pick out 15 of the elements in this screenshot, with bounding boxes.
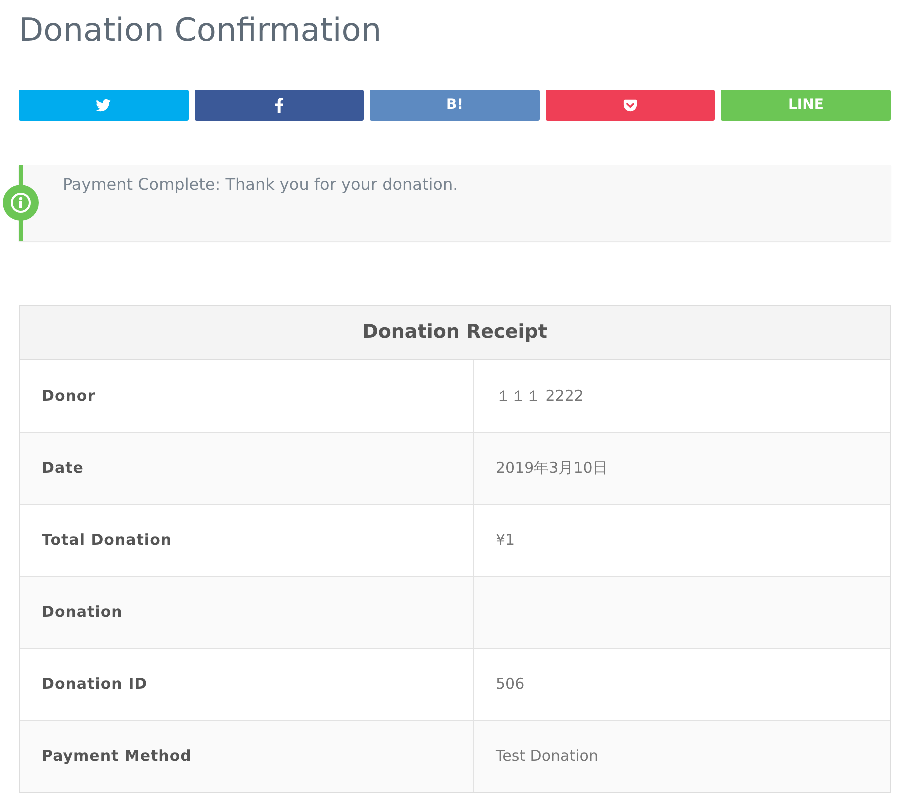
table-cell: Payment Method bbox=[20, 721, 474, 792]
share-button[interactable] bbox=[19, 90, 189, 121]
table-cell-text: 2019年3月10日 bbox=[495, 458, 609, 480]
share-button[interactable]: B! bbox=[370, 90, 540, 121]
table-cell-text: Test Donation bbox=[495, 746, 600, 768]
table-cell-text: ¥1 bbox=[495, 530, 516, 552]
share-button[interactable]: LINE bbox=[721, 90, 891, 121]
table-cell-text: １１１ 2222 bbox=[495, 386, 585, 407]
notice-text: Payment Complete: Thank you for your donation. bbox=[63, 174, 458, 196]
page-title: Donation Confirmation bbox=[19, 10, 382, 51]
receipt-title: Donation Receipt bbox=[362, 320, 548, 346]
table-cell-text: 506 bbox=[495, 674, 526, 696]
bird-icon bbox=[96, 98, 112, 113]
share-button[interactable] bbox=[546, 90, 716, 121]
pocket-icon bbox=[623, 98, 638, 113]
